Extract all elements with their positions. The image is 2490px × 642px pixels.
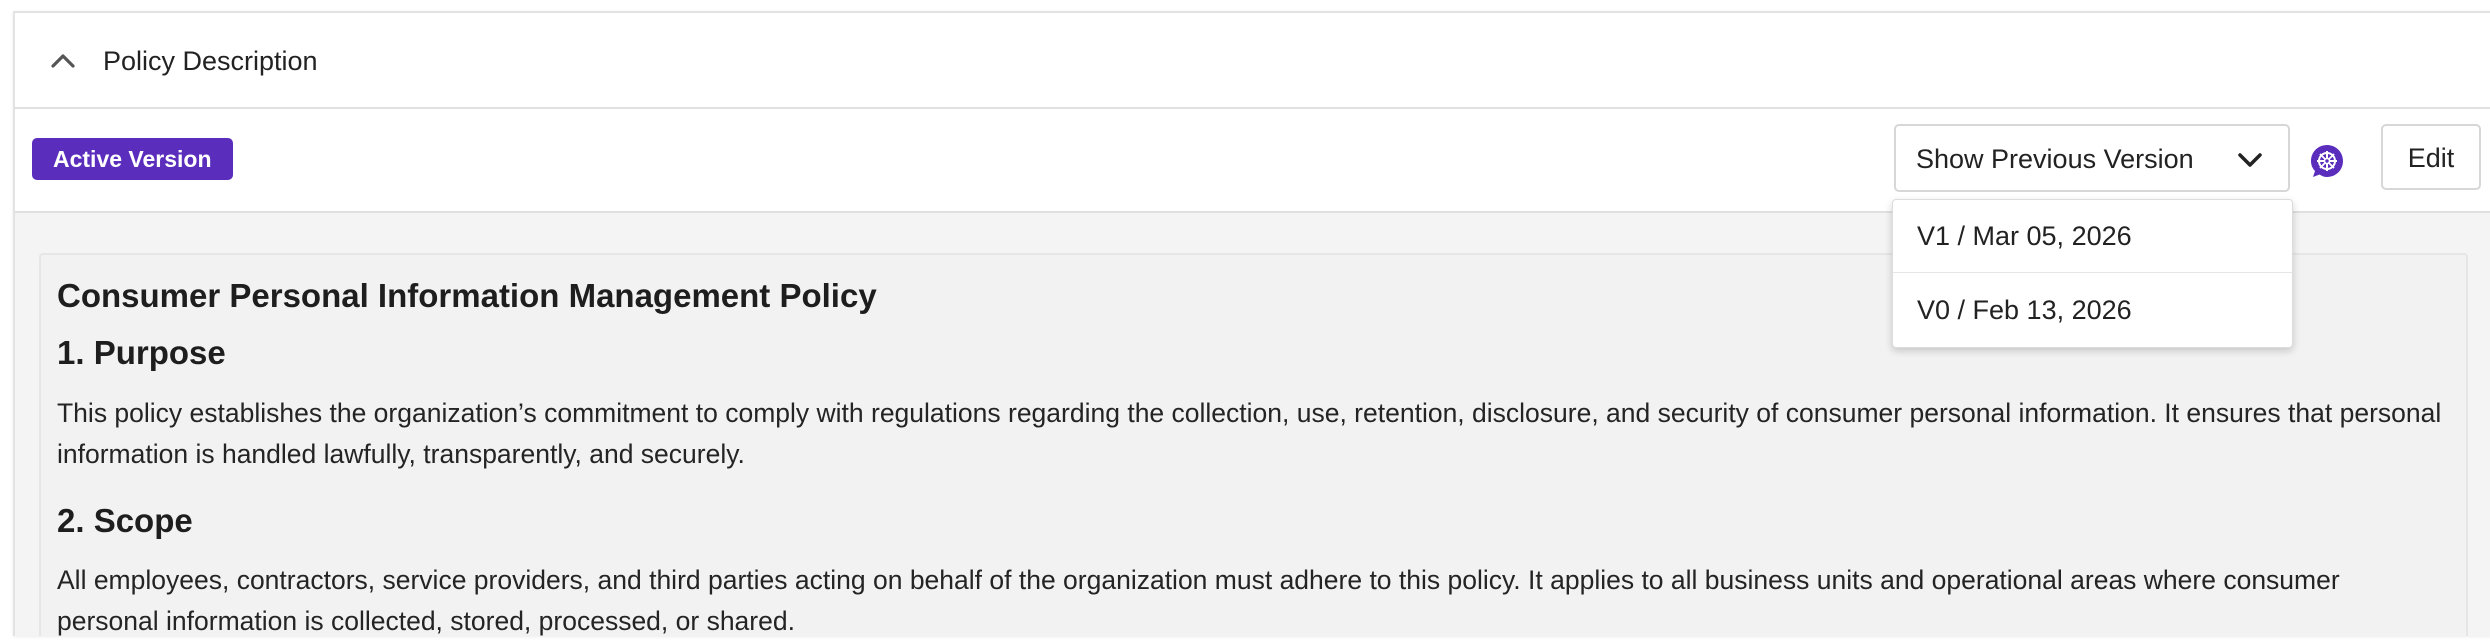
version-toolbar: Active Version Show Previous Version Edi… xyxy=(15,109,2490,213)
section-heading-scope: 2. Scope xyxy=(57,502,193,539)
version-option-v0[interactable]: V0 / Feb 13, 2026 xyxy=(1893,274,2292,347)
panel-title: Policy Description xyxy=(103,46,318,76)
version-select-label: Show Previous Version xyxy=(1916,144,2194,174)
show-previous-version-select[interactable]: Show Previous Version xyxy=(1894,124,2290,192)
section-body-purpose: This policy establishes the organization… xyxy=(57,398,2442,469)
document-title: Consumer Personal Information Management… xyxy=(57,277,877,314)
section-heading-purpose: 1. Purpose xyxy=(57,334,226,371)
ai-assistant-icon[interactable] xyxy=(2309,143,2345,179)
panel-header[interactable]: Policy Description xyxy=(15,13,2490,109)
chevron-up-icon xyxy=(51,54,75,68)
version-dropdown-menu: V1 / Mar 05, 2026 V0 / Feb 13, 2026 xyxy=(1892,199,2293,348)
edit-button[interactable]: Edit xyxy=(2381,124,2481,190)
section-body-scope: All employees, contractors, service prov… xyxy=(57,565,2340,636)
collapse-button[interactable] xyxy=(45,43,81,79)
version-option-v1[interactable]: V1 / Mar 05, 2026 xyxy=(1893,200,2292,273)
active-version-badge: Active Version xyxy=(32,138,233,180)
chevron-down-icon xyxy=(2238,153,2262,167)
